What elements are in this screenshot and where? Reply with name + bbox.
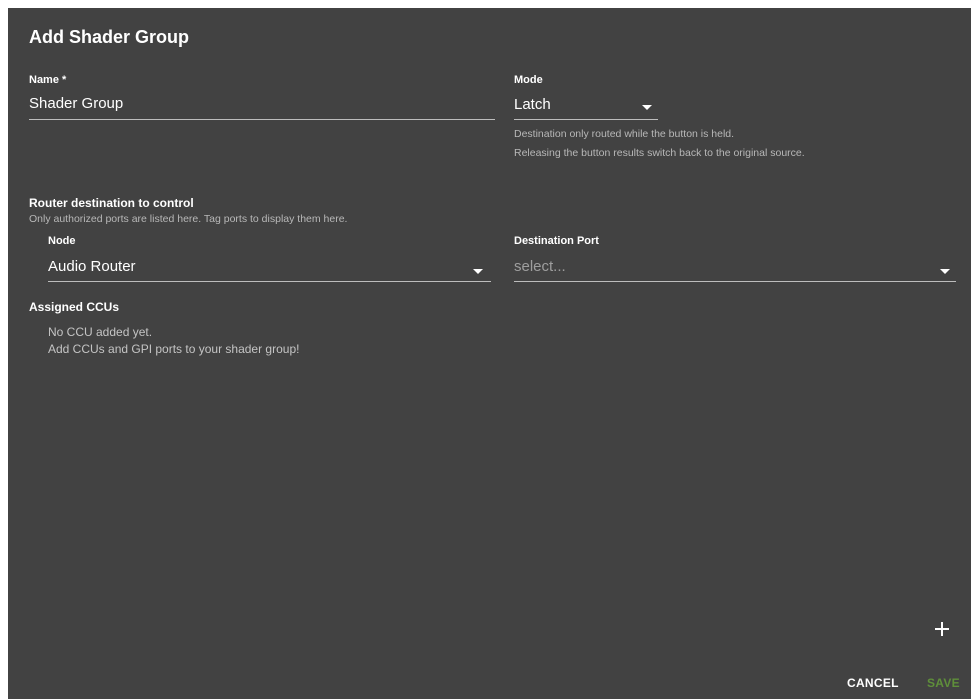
ccus-empty-line2: Add CCUs and GPI ports to your shader gr… (48, 342, 300, 356)
name-input-underline (29, 119, 495, 120)
mode-hint-line2: Releasing the button results switch back… (514, 147, 805, 159)
cancel-button[interactable]: CANCEL (847, 676, 899, 690)
mode-select[interactable]: Latch (514, 92, 658, 120)
ccus-empty-line1: No CCU added yet. (48, 325, 153, 339)
destination-port-placeholder: select... (514, 258, 566, 275)
mode-label: Mode (514, 74, 543, 86)
chevron-down-icon (473, 269, 483, 274)
node-select-underline (48, 281, 491, 282)
name-label: Name * (29, 74, 67, 86)
save-button[interactable]: SAVE (927, 676, 960, 690)
dialog-title: Add Shader Group (29, 27, 190, 47)
router-section-subtitle: Only authorized ports are listed here. T… (29, 213, 348, 225)
add-ccu-button[interactable] (932, 619, 952, 639)
node-label: Node (48, 235, 76, 247)
node-select-value: Audio Router (48, 258, 136, 275)
chevron-down-icon (940, 269, 950, 274)
plus-icon (935, 622, 949, 636)
mode-select-value: Latch (514, 96, 551, 113)
add-shader-group-dialog: Add Shader Group Name * Shader Group Mod… (8, 8, 971, 699)
mode-hint-line1: Destination only routed while the button… (514, 128, 735, 140)
chevron-down-icon (642, 105, 652, 110)
node-select[interactable]: Audio Router (48, 254, 491, 282)
assigned-ccus-title: Assigned CCUs (29, 300, 120, 314)
destination-port-underline (514, 281, 956, 282)
destination-port-select[interactable]: select... (514, 254, 956, 282)
mode-select-underline (514, 119, 658, 120)
destination-port-label: Destination Port (514, 235, 599, 247)
name-input[interactable]: Shader Group (29, 95, 123, 112)
router-section-title: Router destination to control (29, 196, 194, 210)
